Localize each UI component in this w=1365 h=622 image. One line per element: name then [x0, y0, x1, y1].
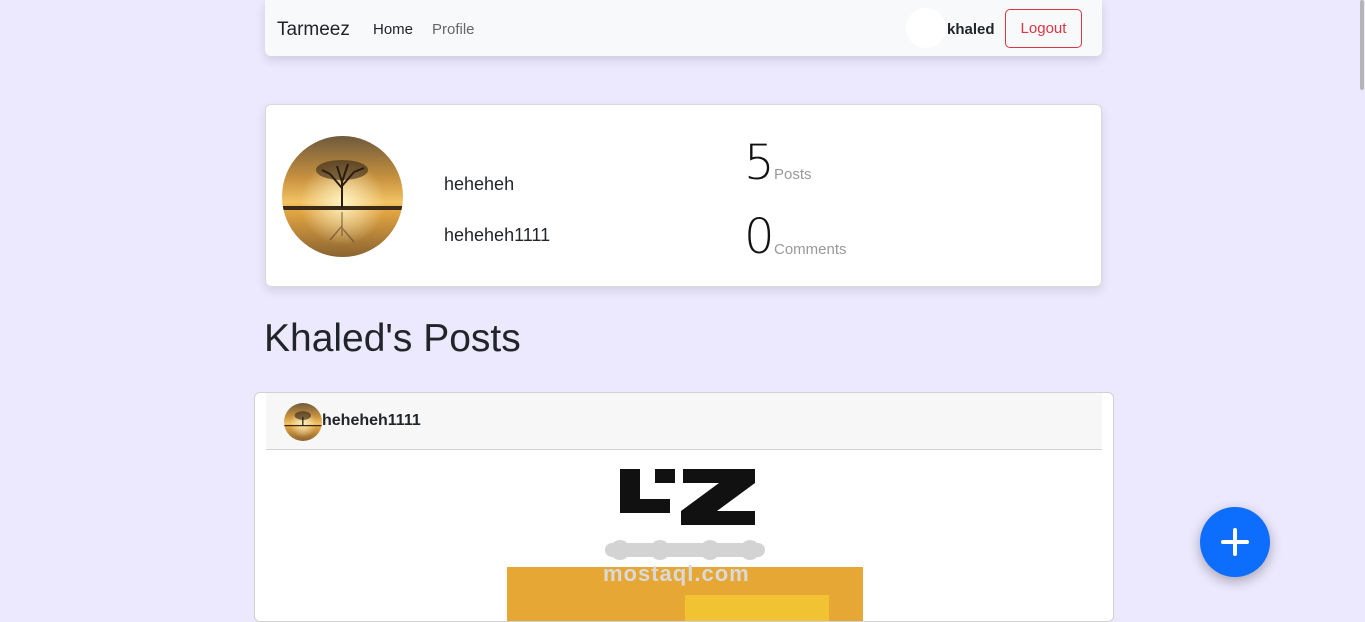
current-username: khaled	[947, 21, 995, 38]
page-scrollbar[interactable]	[1359, 0, 1365, 607]
profile-username: heheheh1111	[444, 225, 551, 245]
post-image[interactable]: mostaql.com	[455, 453, 875, 621]
mostaql-watermark-text: mostaql.com	[603, 561, 750, 586]
top-navbar: Tarmeez Home Profile khaled Logout	[265, 0, 1102, 56]
profile-card: heheheh heheheh1111 5 Posts 0 Comments	[265, 104, 1102, 287]
comments-label: Comments	[774, 241, 847, 258]
profile-avatar	[282, 136, 403, 257]
user-avatar	[906, 8, 946, 48]
posts-section-title: Khaled's Posts	[264, 317, 521, 360]
sunset-tree-photo-icon	[284, 403, 322, 441]
brand-logo[interactable]: Tarmeez	[277, 19, 350, 41]
plus-icon	[1221, 528, 1249, 556]
post-author-avatar	[284, 403, 322, 441]
post-author-name[interactable]: heheheh1111	[322, 412, 421, 430]
post-header[interactable]: heheheh1111	[266, 393, 1102, 450]
nav-link-home[interactable]: Home	[373, 21, 413, 38]
profile-name: heheheh	[444, 174, 515, 194]
comments-count: 0	[744, 209, 775, 265]
sunset-tree-photo-icon	[282, 136, 403, 257]
scrollbar-thumb[interactable]	[1360, 0, 1364, 90]
post-card[interactable]: heheheh1111 mostaql.com	[254, 392, 1114, 622]
posts-count: 5	[744, 135, 775, 191]
mostaql-logo-image	[507, 469, 863, 621]
add-post-button[interactable]	[1200, 507, 1270, 577]
posts-label: Posts	[774, 166, 812, 183]
logout-button[interactable]: Logout	[1005, 9, 1082, 48]
nav-link-profile[interactable]: Profile	[432, 21, 475, 38]
